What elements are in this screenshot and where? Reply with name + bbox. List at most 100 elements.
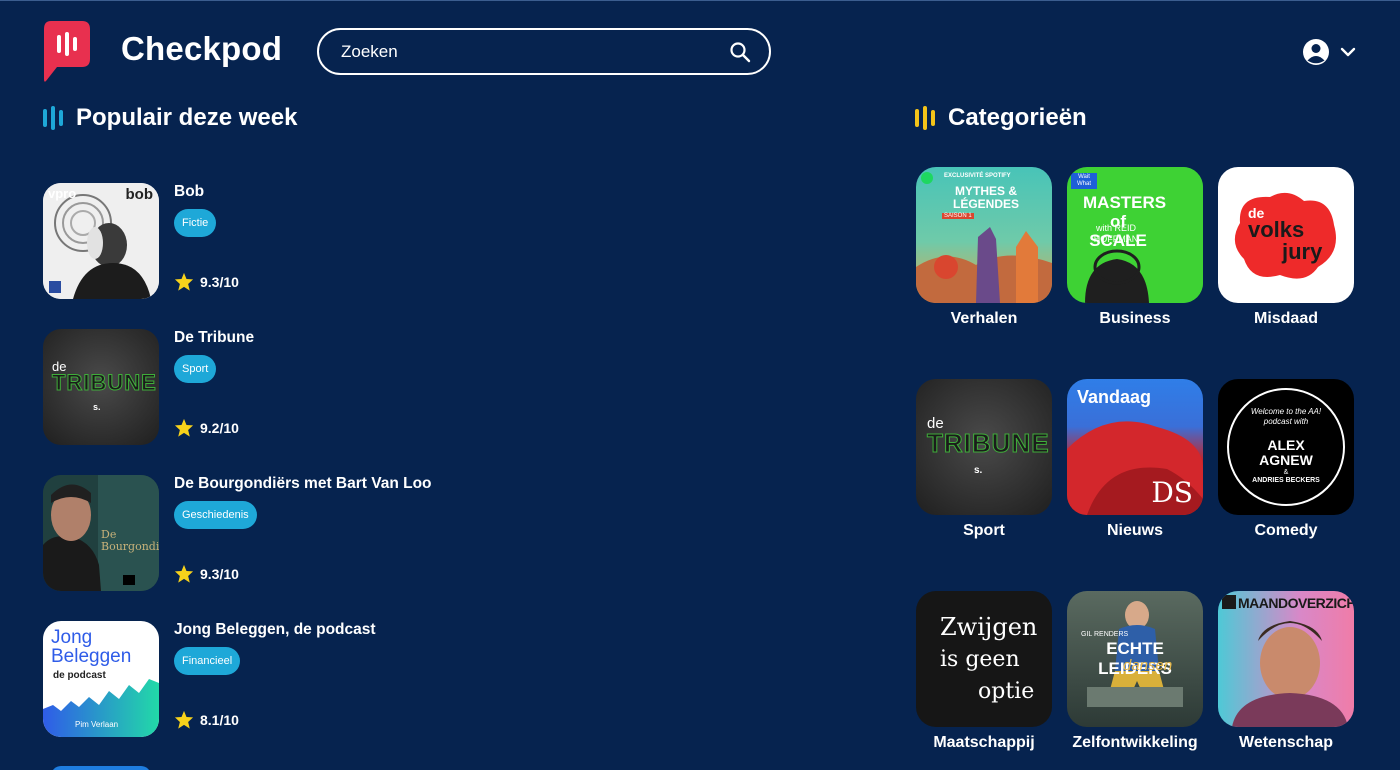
podcast-cover[interactable]: vpro bob (43, 183, 159, 299)
category-cover[interactable]: GIL RENDERS ECHTE LEIDERS dansen (1067, 591, 1203, 727)
cover-logo-text: s. (93, 402, 101, 412)
podcast-title[interactable]: De Tribune (174, 329, 254, 347)
star-icon (174, 710, 194, 729)
top-border (0, 0, 1400, 1)
rating-value: 8.1/10 (200, 711, 239, 728)
cover-and: & (1283, 469, 1289, 476)
category-sport[interactable]: de TRIBUNE s. Sport (916, 379, 1052, 540)
category-comedy[interactable]: Welcome to the AA! podcast with ALEX AGN… (1218, 379, 1354, 540)
chevron-down-icon[interactable] (1340, 47, 1356, 57)
category-maatschappij[interactable]: Zwijgen is geen optie Maatschappij (916, 591, 1052, 752)
cover-mark-text: DS (1151, 476, 1193, 509)
rating: 9.3/10 (174, 564, 239, 583)
category-cover[interactable]: EXCLUSIVITÉ SPOTIFY MYTHES & LÉGENDES SA… (916, 167, 1052, 303)
genre-tag[interactable]: Sport (174, 355, 217, 383)
rating: 8.1/10 (174, 710, 239, 729)
categories-heading-text: Categorieën (948, 104, 1087, 131)
rating: 9.3/10 (174, 272, 239, 291)
rating-value: 9.3/10 (200, 565, 239, 582)
category-cover[interactable]: de volks jury (1218, 167, 1354, 303)
cover-title-text: MYTHES & LÉGENDES (952, 184, 1019, 211)
cover-subtitle-text: with REID HOFFMAN (1093, 223, 1139, 244)
podcast-item[interactable]: De Bourgondiërs De Bourgondiërs met Bart… (43, 475, 603, 593)
cover-top-text: GIL RENDERS (1081, 631, 1129, 638)
podcast-title[interactable]: Jong Beleggen, de podcast (174, 621, 376, 639)
category-cover[interactable]: Zwijgen is geen optie (916, 591, 1052, 727)
podcast-cover[interactable]: De Bourgondiërs (43, 475, 159, 591)
next-podcast-cover-peek[interactable] (51, 766, 151, 770)
popular-heading-text: Populair deze week (76, 104, 298, 131)
cover-title-text: TRIBUNE (927, 428, 1050, 459)
podcast-item[interactable]: vpro bob Bob Fictie 9.3/10 (43, 183, 603, 301)
podcast-cover[interactable]: Jong Beleggen de podcast Pim Verlaan (43, 621, 159, 737)
star-icon (174, 564, 194, 583)
cover-name2: AGNEW (1259, 452, 1313, 468)
cover-script-text: dansen (1123, 657, 1173, 674)
rating-value: 9.3/10 (200, 273, 239, 290)
cover-name3: ANDRIES BECKERS (1252, 477, 1320, 484)
podcast-title[interactable]: Bob (174, 183, 204, 201)
category-nieuws[interactable]: Vandaag DS Nieuws (1067, 379, 1203, 540)
cover-line3: jury (1282, 239, 1323, 264)
cover-season-text: SAISON 1 (942, 213, 974, 219)
cover-top-text: EXCLUSIVITÉ SPOTIFY (944, 173, 1011, 179)
category-cover[interactable]: MAANDOVERZICHT (1218, 591, 1354, 727)
cover-line2: is geen (940, 647, 1020, 672)
category-label[interactable]: Sport (916, 522, 1052, 540)
rating: 9.2/10 (174, 418, 239, 437)
podcast-cover[interactable]: de TRIBUNE s. (43, 329, 159, 445)
category-cover[interactable]: Vandaag DS (1067, 379, 1203, 515)
podcast-item[interactable]: de TRIBUNE s. De Tribune Sport 9.2/10 (43, 329, 603, 447)
category-business[interactable]: Wait What MASTERS of SCALE with REID HOF… (1067, 167, 1203, 328)
cover-badge-text: Wait What (1071, 173, 1097, 189)
podcast-title[interactable]: De Bourgondiërs met Bart Van Loo (174, 475, 432, 493)
cover-title-text: De Bourgondiërs (101, 528, 159, 553)
category-label[interactable]: Wetenschap (1218, 734, 1354, 752)
popular-section-heading: Populair deze week (43, 104, 297, 132)
cover-subtitle: de podcast (53, 670, 106, 681)
category-cover[interactable]: Welcome to the AA! podcast with ALEX AGN… (1218, 379, 1354, 515)
app-name[interactable]: Checkpod (121, 30, 282, 68)
podcast-item[interactable]: Jong Beleggen de podcast Pim Verlaan Jon… (43, 621, 603, 739)
category-verhalen[interactable]: EXCLUSIVITÉ SPOTIFY MYTHES & LÉGENDES SA… (916, 167, 1052, 328)
cover-author: Pim Verlaan (75, 720, 119, 729)
cover-line3: optie (978, 679, 1035, 704)
account-icon[interactable] (1302, 38, 1330, 66)
genre-tag[interactable]: Fictie (174, 209, 217, 237)
category-label[interactable]: Comedy (1218, 522, 1354, 540)
equalizer-icon (915, 106, 935, 130)
search-icon[interactable] (729, 41, 751, 63)
cover-line1: Zwijgen (940, 613, 1038, 641)
category-cover[interactable]: de TRIBUNE s. (916, 379, 1052, 515)
cover-welcome-text: Welcome to the AA! podcast with (1250, 407, 1322, 426)
category-label[interactable]: Verhalen (916, 310, 1052, 328)
cover-title-line2: Beleggen (51, 646, 132, 667)
cover-title-text: TRIBUNE (52, 370, 157, 396)
equalizer-icon (43, 106, 63, 130)
categories-section-heading: Categorieën (915, 104, 1087, 132)
category-zelfontwikkeling[interactable]: GIL RENDERS ECHTE LEIDERS dansen Zelfont… (1067, 591, 1203, 752)
genre-tag[interactable]: Geschiedenis (174, 501, 257, 529)
cover-brand-text: vpro (48, 186, 77, 201)
star-icon (174, 272, 194, 291)
cover-title-text: MAANDOVERZICHT (1238, 595, 1354, 611)
category-wetenschap[interactable]: MAANDOVERZICHT Wetenschap (1218, 591, 1354, 752)
cover-title-text: bob (125, 186, 154, 203)
checkpod-logo-icon[interactable] (43, 21, 90, 83)
star-icon (174, 418, 194, 437)
genre-tag[interactable]: Financieel (174, 647, 241, 675)
cover-title-text: Vandaag (1077, 387, 1152, 407)
cover-name1: ALEX (1267, 437, 1305, 453)
cover-logo-text: s. (974, 465, 983, 476)
category-misdaad[interactable]: de volks jury Misdaad (1218, 167, 1354, 328)
category-label[interactable]: Nieuws (1067, 522, 1203, 540)
search-bar[interactable] (317, 28, 771, 75)
rating-value: 9.2/10 (200, 419, 239, 436)
category-cover[interactable]: Wait What MASTERS of SCALE with REID HOF… (1067, 167, 1203, 303)
user-menu[interactable] (1302, 38, 1364, 66)
category-label[interactable]: Zelfontwikkeling (1067, 734, 1203, 752)
search-input[interactable] (341, 41, 729, 62)
category-label[interactable]: Misdaad (1218, 310, 1354, 328)
category-label[interactable]: Maatschappij (916, 734, 1052, 752)
category-label[interactable]: Business (1067, 310, 1203, 328)
